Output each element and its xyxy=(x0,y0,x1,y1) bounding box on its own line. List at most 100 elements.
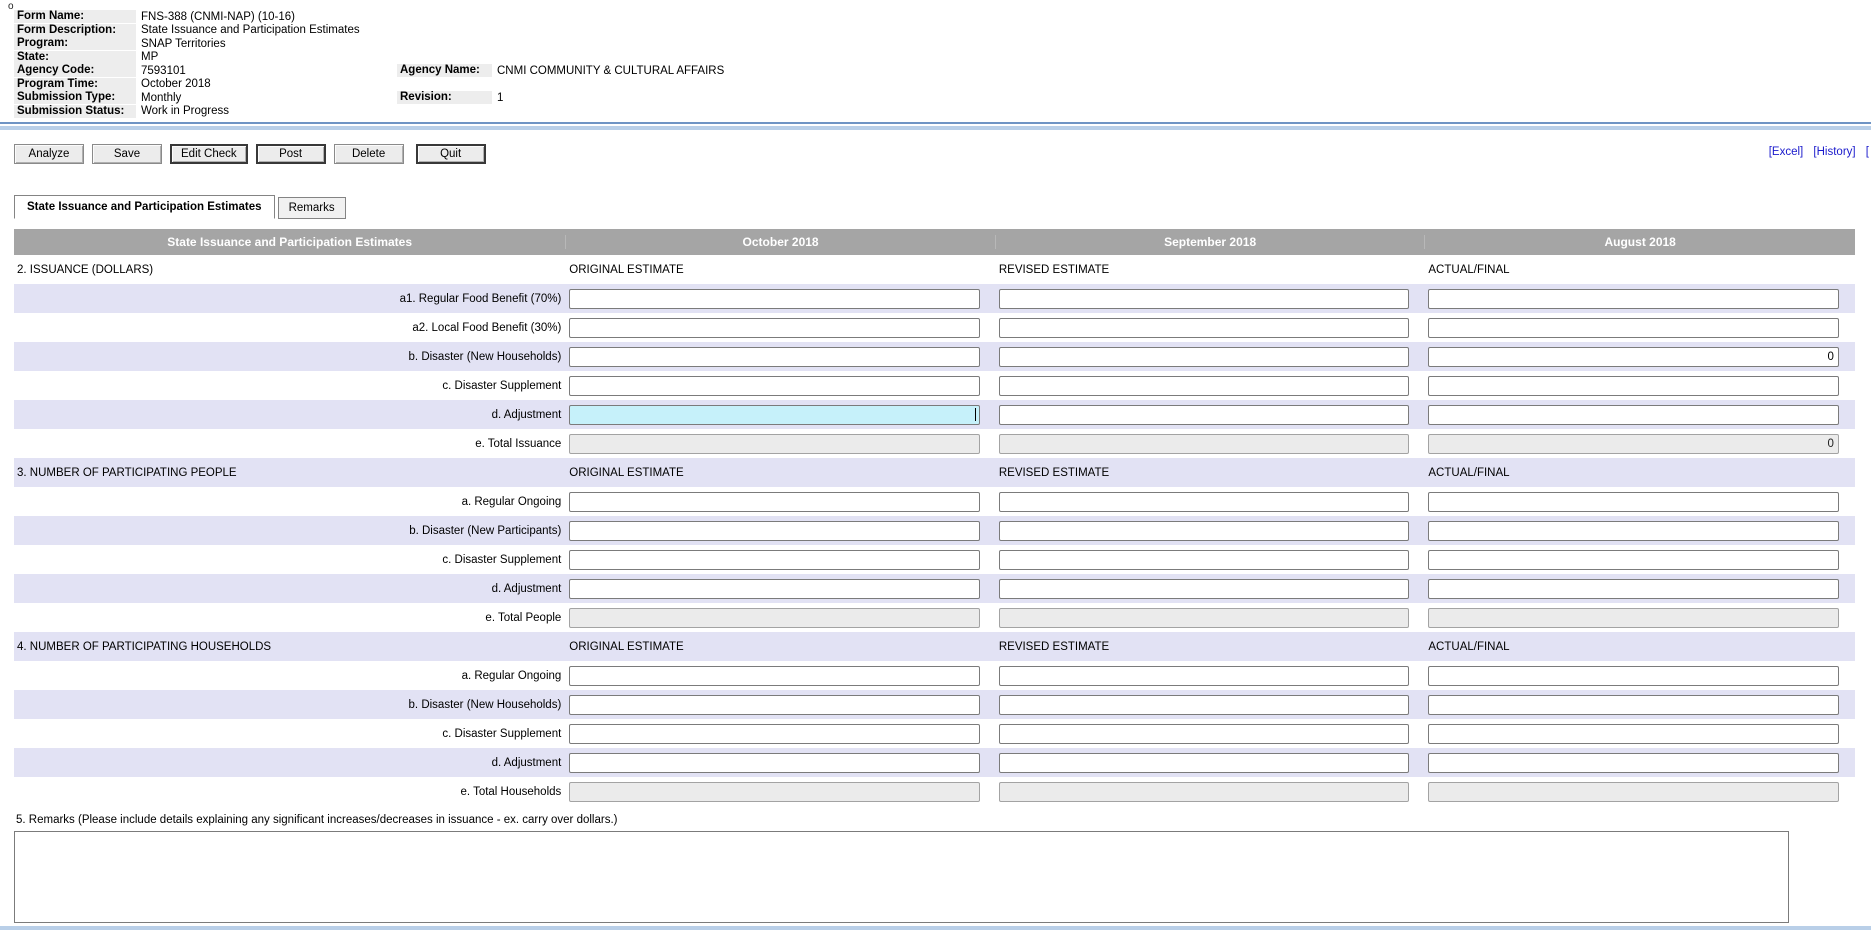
estimate-cell xyxy=(566,782,996,802)
estimate-input[interactable] xyxy=(999,695,1410,715)
row-label: a. Regular Ongoing xyxy=(14,670,566,682)
estimate-input[interactable] xyxy=(569,550,980,570)
estimates-grid-body: 2. ISSUANCE (DOLLARS)ORIGINAL ESTIMATERE… xyxy=(14,255,1855,806)
estimate-input xyxy=(1428,782,1839,802)
estimate-input[interactable] xyxy=(999,492,1410,512)
estimate-input xyxy=(999,782,1410,802)
tab-remarks[interactable]: Remarks xyxy=(278,197,346,219)
column-subheader: ACTUAL/FINAL xyxy=(1425,641,1855,653)
tab-estimates[interactable]: State Issuance and Participation Estimat… xyxy=(14,195,275,219)
estimate-input[interactable] xyxy=(1428,405,1839,425)
estimate-row: a. Regular Ongoing xyxy=(14,487,1855,516)
section-header-row: 3. NUMBER OF PARTICIPATING PEOPLEORIGINA… xyxy=(14,458,1855,487)
meta-label: Submission Status: xyxy=(14,105,136,118)
estimate-cell xyxy=(996,550,1426,570)
estimate-input[interactable] xyxy=(569,347,980,367)
estimate-input[interactable] xyxy=(569,753,980,773)
stray-marker: o xyxy=(8,1,14,12)
estimate-cell xyxy=(1425,550,1855,570)
meta-label: Agency Name: xyxy=(397,64,492,77)
estimate-input[interactable] xyxy=(1428,579,1839,599)
remarks-textarea[interactable] xyxy=(14,831,1789,923)
meta-label: Program: xyxy=(14,37,136,50)
post-button[interactable]: Post xyxy=(256,144,326,164)
meta-header: Form Name: FNS-388 (CNMI-NAP) (10-16) Fo… xyxy=(0,0,1871,118)
meta-value: CNMI COMMUNITY & CULTURAL AFFAIRS xyxy=(492,65,724,77)
section-title: 3. NUMBER OF PARTICIPATING PEOPLE xyxy=(14,467,566,479)
analyze-button[interactable]: Analyze xyxy=(14,144,84,164)
meta-label: Form Name: xyxy=(14,10,136,23)
estimate-input[interactable] xyxy=(1428,492,1839,512)
edit-check-button[interactable]: Edit Check xyxy=(170,144,248,164)
row-label: a. Regular Ongoing xyxy=(14,496,566,508)
history-link[interactable]: [History] xyxy=(1813,146,1855,158)
estimate-input[interactable] xyxy=(1428,666,1839,686)
estimate-input[interactable] xyxy=(999,550,1410,570)
estimate-input[interactable] xyxy=(1428,521,1839,541)
meta-label: State: xyxy=(14,51,136,64)
estimate-input[interactable] xyxy=(569,376,980,396)
estimate-input xyxy=(1428,608,1839,628)
delete-button[interactable]: Delete xyxy=(334,144,404,164)
estimate-input[interactable] xyxy=(999,753,1410,773)
estimate-input[interactable] xyxy=(999,347,1410,367)
meta-label: Agency Code: xyxy=(14,64,136,77)
estimate-input[interactable] xyxy=(569,318,980,338)
estimate-cell xyxy=(566,492,996,512)
estimate-input[interactable] xyxy=(999,376,1410,396)
estimate-cell xyxy=(566,318,996,338)
estimate-input[interactable] xyxy=(999,666,1410,686)
grid-header-row: State Issuance and Participation Estimat… xyxy=(14,229,1855,255)
estimate-input[interactable] xyxy=(569,405,980,425)
excel-link[interactable]: [Excel] xyxy=(1769,146,1804,158)
estimate-input[interactable] xyxy=(569,724,980,744)
column-subheader: ACTUAL/FINAL xyxy=(1425,264,1855,276)
meta-value: SNAP Territories xyxy=(136,38,226,50)
estimates-grid: State Issuance and Participation Estimat… xyxy=(14,229,1855,923)
estimate-input[interactable] xyxy=(1428,753,1839,773)
estimate-input[interactable] xyxy=(999,521,1410,541)
estimate-input xyxy=(999,608,1410,628)
estimate-input[interactable] xyxy=(1428,550,1839,570)
estimate-input xyxy=(999,434,1410,454)
clipped-link[interactable]: [ xyxy=(1866,146,1869,158)
estimate-row: c. Disaster Supplement xyxy=(14,371,1855,400)
meta-value: 1 xyxy=(492,92,503,104)
estimate-input[interactable] xyxy=(999,318,1410,338)
meta-value: MP xyxy=(136,51,158,63)
estimate-cell xyxy=(996,521,1426,541)
estimate-input[interactable] xyxy=(999,405,1410,425)
save-button[interactable]: Save xyxy=(92,144,162,164)
estimate-input[interactable] xyxy=(999,289,1410,309)
estimate-input[interactable] xyxy=(569,666,980,686)
estimate-cell xyxy=(996,434,1426,454)
meta-label: Revision: xyxy=(397,91,492,104)
estimate-input[interactable] xyxy=(569,492,980,512)
estimate-input[interactable] xyxy=(1428,289,1839,309)
estimate-cell xyxy=(1425,376,1855,396)
estimate-cell xyxy=(566,347,996,367)
quit-button[interactable]: Quit xyxy=(416,144,486,164)
estimate-input[interactable] xyxy=(569,695,980,715)
estimate-cell xyxy=(1425,405,1855,425)
estimate-input[interactable] xyxy=(999,579,1410,599)
estimate-input[interactable] xyxy=(569,521,980,541)
estimate-input xyxy=(569,434,980,454)
estimate-input[interactable] xyxy=(1428,695,1839,715)
estimate-row: a. Regular Ongoing xyxy=(14,661,1855,690)
estimate-input[interactable] xyxy=(1428,347,1839,367)
estimate-cell xyxy=(566,289,996,309)
grid-header-october: October 2018 xyxy=(566,235,996,249)
estimate-input[interactable] xyxy=(999,724,1410,744)
estimate-input[interactable] xyxy=(569,289,980,309)
row-label: e. Total People xyxy=(14,612,566,624)
row-label: e. Total Issuance xyxy=(14,438,566,450)
estimate-input[interactable] xyxy=(569,579,980,599)
estimate-input[interactable] xyxy=(1428,724,1839,744)
row-label: b. Disaster (New Participants) xyxy=(14,525,566,537)
estimate-cell xyxy=(996,318,1426,338)
estimate-input[interactable] xyxy=(1428,376,1839,396)
estimate-cell xyxy=(996,724,1426,744)
estimate-cell xyxy=(1425,289,1855,309)
estimate-input[interactable] xyxy=(1428,318,1839,338)
